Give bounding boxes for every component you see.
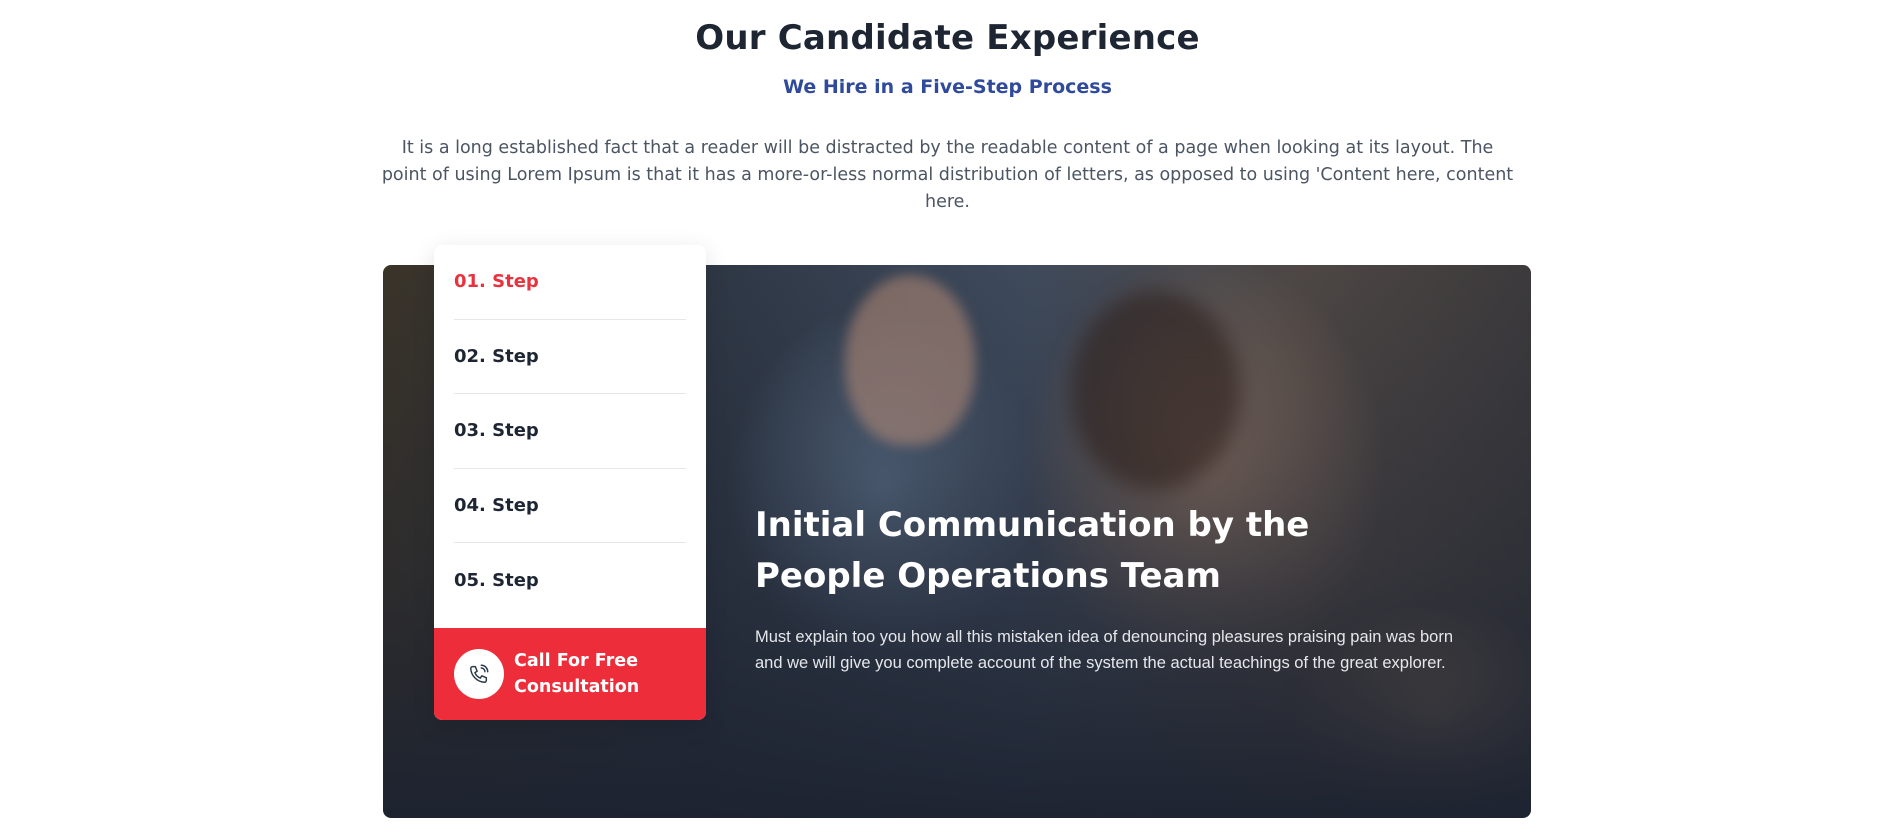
- call-consultation-button[interactable]: Call For Free Consultation: [434, 628, 706, 720]
- hero-photo-detail: [845, 275, 975, 445]
- hero-title: Initial Communication by the People Oper…: [755, 505, 1310, 596]
- phone-icon: [454, 649, 504, 699]
- hero-photo-detail: [1070, 290, 1240, 490]
- step-tab-1[interactable]: 01. Step: [454, 245, 686, 320]
- step-tab-2[interactable]: 02. Step: [454, 320, 686, 394]
- call-consultation-label: Call For Free Consultation: [514, 651, 640, 697]
- section-title: Our Candidate Experience: [695, 18, 1200, 58]
- step-tab-4[interactable]: 04. Step: [454, 469, 686, 543]
- section-description: It is a long established fact that a rea…: [381, 138, 1514, 212]
- steps-card: 01. Step 02. Step 03. Step 04. Step 05. …: [434, 245, 706, 720]
- section-subtitle: We Hire in a Five-Step Process: [783, 76, 1112, 98]
- step-tab-5[interactable]: 05. Step: [454, 543, 686, 618]
- hero-text: Must explain too you how all this mistak…: [755, 628, 1453, 672]
- step-list: 01. Step 02. Step 03. Step 04. Step 05. …: [434, 245, 706, 618]
- step-tab-3[interactable]: 03. Step: [454, 394, 686, 469]
